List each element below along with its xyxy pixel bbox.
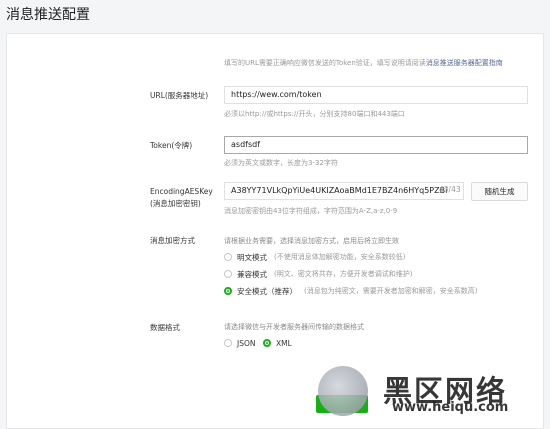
aes-key-input[interactable]: A38YY71VLkQpYiUe4UKIZAoaBMd1E7BZ4n6HYq5P…	[224, 182, 464, 200]
intro-text: 填写的URL需要正确响应微信发送的Token验证，填写说明请阅读消息推送服务器配…	[224, 59, 503, 67]
token-label: Token(令牌)	[150, 141, 193, 150]
encryption-label: 消息加密方式	[150, 236, 195, 245]
format-hint: 请选择微信与开发者服务器间传输的数据格式	[224, 323, 364, 331]
aes-key-counter: 43/43	[439, 185, 461, 194]
url-hint: 必须以http://或https://开头，分别支持80端口和443端口	[224, 110, 405, 118]
aes-hint: 消息加密密钥由43位字符组成，字符范围为A-Z,a-z,0-9	[224, 207, 398, 215]
config-guide-link[interactable]: 消息推送服务器配置指南	[426, 59, 503, 67]
token-hint: 必须为英文或数字，长度为3-32字符	[224, 159, 338, 167]
token-input[interactable]: asdfsdf	[224, 136, 528, 154]
aes-label-sub: (消息加密密钥)	[150, 199, 201, 208]
watermark-url: www.heiqu.com	[392, 400, 509, 415]
generate-key-button[interactable]: 随机生成	[471, 182, 528, 201]
radio-circle[interactable]	[224, 270, 232, 278]
watermark-logo-icon	[318, 366, 368, 416]
radio-xml[interactable]: XML	[263, 337, 292, 349]
page-title: 消息推送配置	[6, 7, 90, 23]
radio-secure-mode[interactable]: 安全模式（推荐） (消息包为纯密文，需要开发者加密和解密，安全系数高)	[224, 285, 477, 297]
encryption-hint: 请根据业务需要，选择消息加密方式，启用后将立即生效	[224, 237, 399, 245]
radio-circle[interactable]	[224, 253, 232, 261]
radio-circle-checked[interactable]	[263, 339, 271, 347]
radio-circle-checked[interactable]	[224, 287, 232, 295]
url-input[interactable]: https://wew.com/token	[224, 86, 528, 104]
radio-json[interactable]: JSON	[224, 337, 256, 349]
radio-compatible-mode[interactable]: 兼容模式 (明文、密文将共存，方便开发者调试和维护)	[224, 268, 412, 280]
format-label: 数据格式	[150, 323, 180, 332]
radio-plaintext-mode[interactable]: 明文模式 (不使用消息体加解密功能，安全系数较低)	[224, 251, 405, 263]
url-label: URL(服务器地址)	[150, 91, 209, 100]
aes-label: EncodingAESKey	[150, 187, 213, 196]
radio-circle[interactable]	[224, 339, 232, 347]
